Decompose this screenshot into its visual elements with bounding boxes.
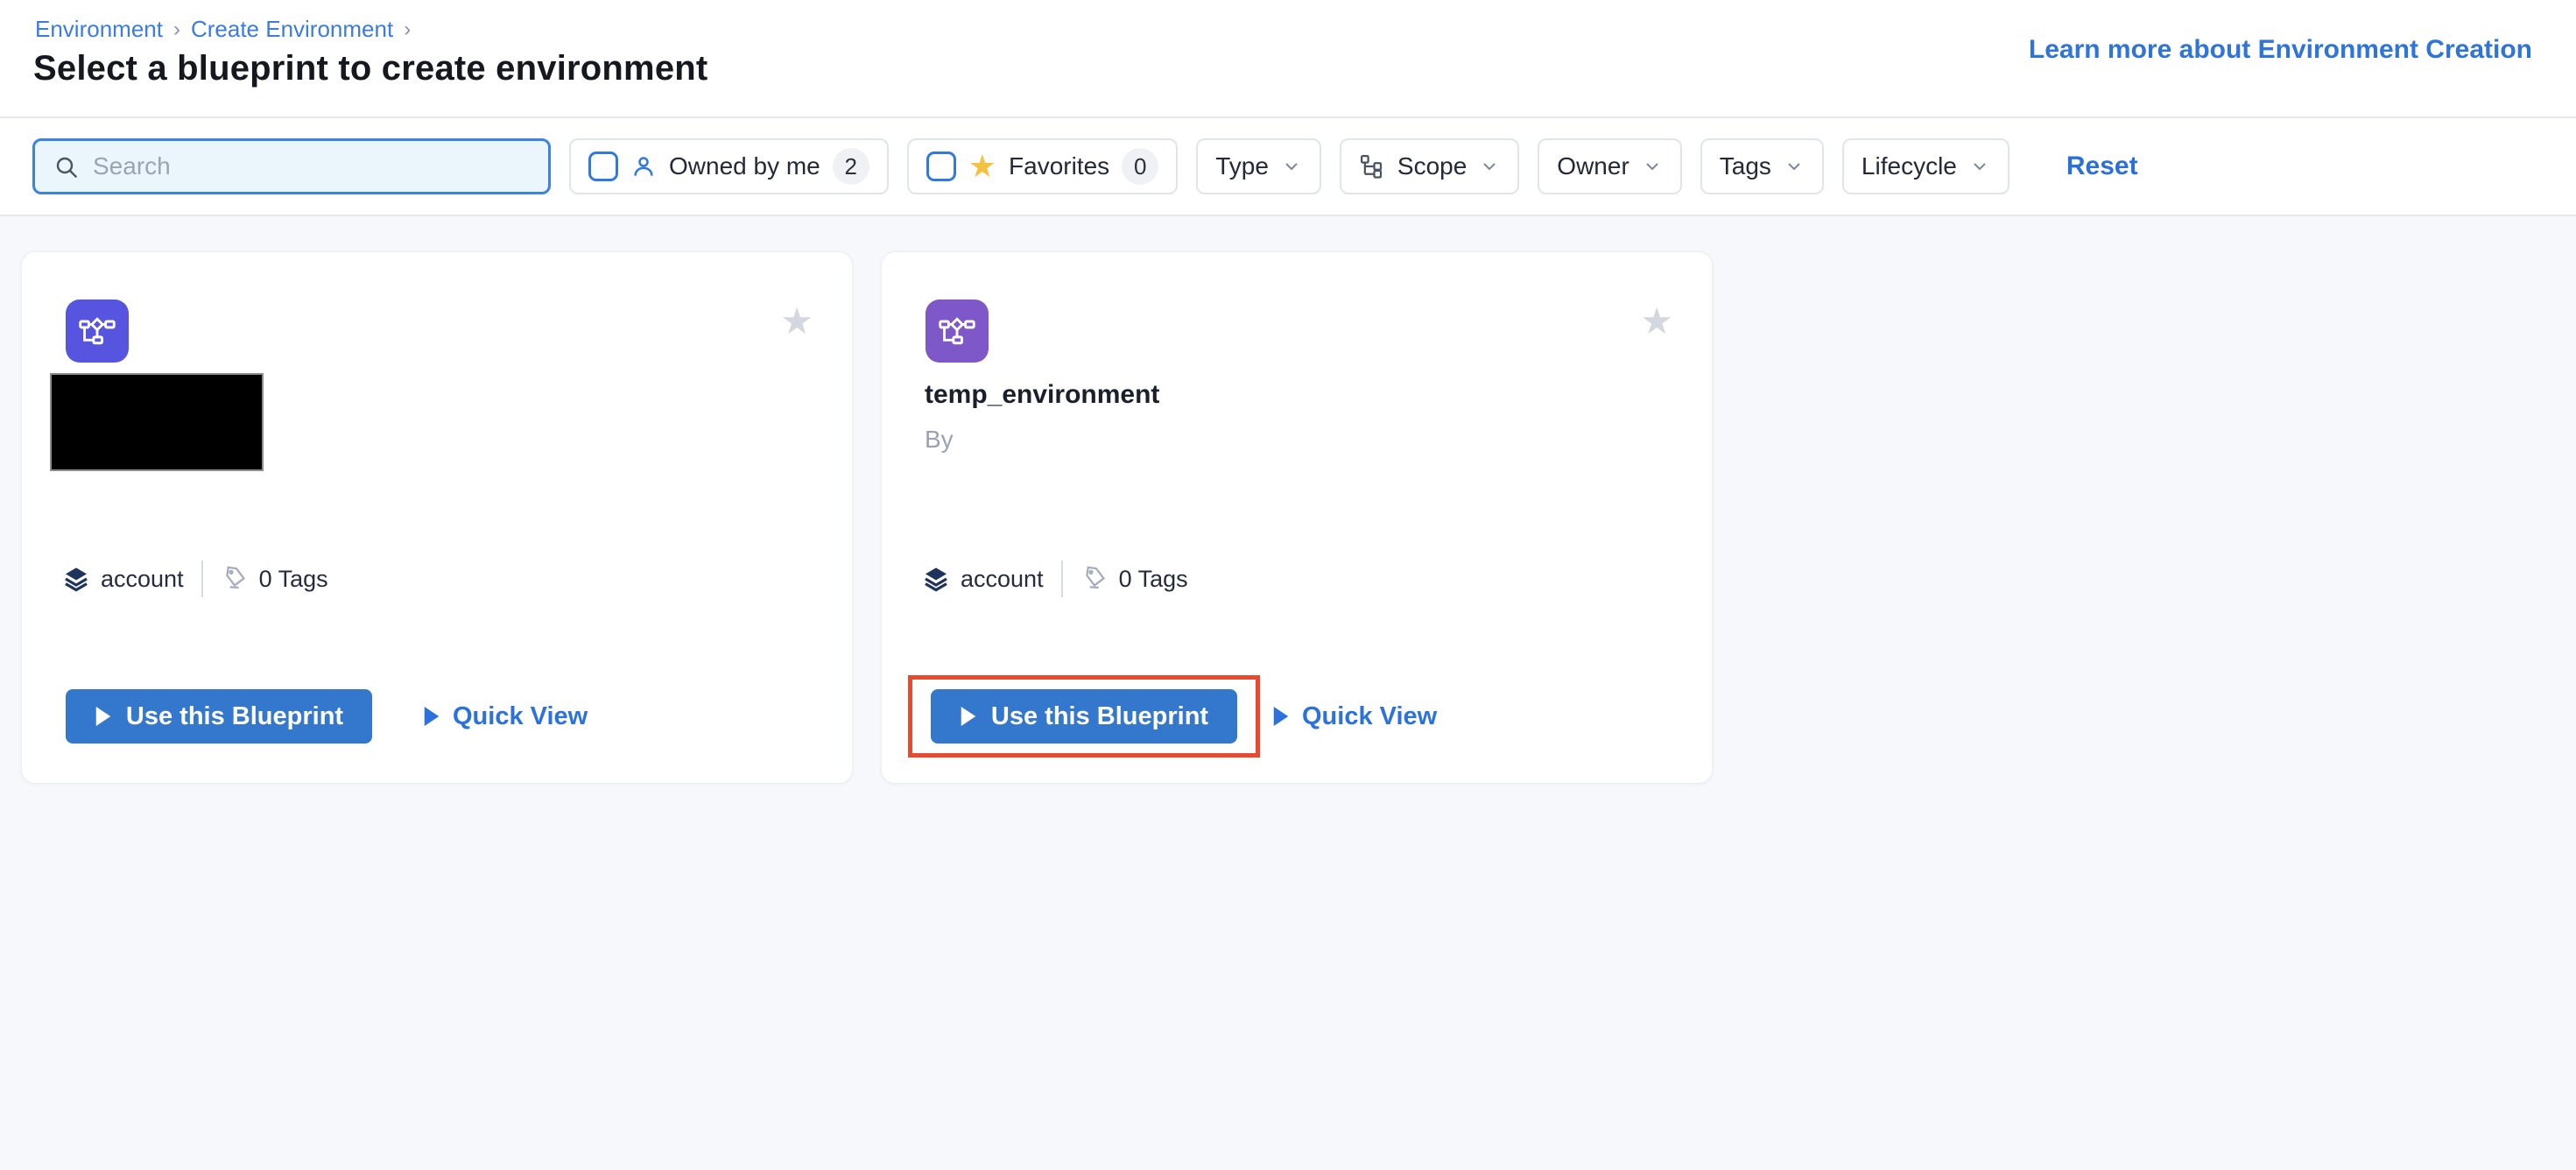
favorites-filter[interactable]: ★ Favorites 0 (907, 138, 1178, 194)
search-icon (53, 153, 81, 181)
blueprint-name: temp_environment (925, 380, 1159, 410)
play-icon (423, 707, 440, 726)
tags-dropdown[interactable]: Tags (1700, 138, 1824, 194)
owned-by-me-checkbox[interactable] (588, 152, 618, 181)
blueprint-list: ★ account 0 Tags (0, 216, 2576, 1170)
scope-dropdown[interactable]: Scope (1340, 138, 1519, 194)
meta-divider (201, 560, 203, 597)
blueprint-author: By (925, 426, 954, 454)
space-name: account (961, 566, 1044, 593)
blueprint-card: ★ temp_environment By account 0 Tags (881, 251, 1713, 784)
chevron-down-icon (1479, 156, 1500, 177)
tags-count: 0 Tags (1119, 566, 1188, 593)
filter-bar: Owned by me 2 ★ Favorites 0 Type Scope O… (0, 118, 2576, 216)
lifecycle-dropdown-label: Lifecycle (1862, 152, 1957, 180)
breadcrumb-separator: › (404, 18, 411, 42)
quick-view-link[interactable]: Quick View (423, 702, 588, 731)
quick-view-link[interactable]: Quick View (1272, 702, 1437, 731)
use-blueprint-button[interactable]: Use this Blueprint (931, 689, 1237, 744)
favorites-label: Favorites (1009, 152, 1109, 180)
blueprint-icon (926, 300, 989, 363)
chevron-down-icon (1642, 156, 1663, 177)
favorites-count: 0 (1122, 148, 1158, 185)
blueprint-card: ★ account 0 Tags (21, 251, 853, 784)
owned-by-me-label: Owned by me (669, 152, 820, 180)
favorites-checkbox[interactable] (926, 152, 956, 181)
type-dropdown-label: Type (1215, 152, 1269, 180)
meta-divider (1061, 560, 1063, 597)
quick-view-label: Quick View (453, 702, 588, 731)
page-title: Select a blueprint to create environment (33, 49, 707, 88)
quick-view-label: Quick View (1302, 702, 1437, 731)
person-icon (630, 153, 657, 180)
card-actions: Use this Blueprint Quick View (66, 689, 588, 744)
use-blueprint-label: Use this Blueprint (991, 702, 1208, 731)
tag-icon (1080, 565, 1109, 593)
favorite-star-icon[interactable]: ★ (780, 303, 813, 340)
lifecycle-dropdown[interactable]: Lifecycle (1842, 138, 2009, 194)
scope-icon (1359, 153, 1385, 180)
learn-more-link[interactable]: Learn more about Environment Creation (2029, 35, 2532, 65)
breadcrumb: Environment › Create Environment › (35, 16, 411, 43)
chevron-down-icon (1784, 156, 1805, 177)
space-icon (62, 565, 90, 593)
tag-icon (221, 565, 249, 593)
redacted-blueprint-name (52, 375, 262, 469)
search-input[interactable] (91, 152, 515, 181)
type-dropdown[interactable]: Type (1196, 138, 1321, 194)
breadcrumb-separator: › (173, 18, 180, 42)
star-icon: ★ (968, 151, 996, 182)
space-icon (922, 565, 950, 593)
use-blueprint-button[interactable]: Use this Blueprint (66, 689, 372, 744)
space-name: account (101, 566, 184, 593)
play-icon (960, 707, 977, 726)
favorite-star-icon[interactable]: ★ (1640, 303, 1673, 340)
owned-by-me-count: 2 (833, 148, 869, 185)
blueprint-icon (66, 300, 129, 363)
play-icon (95, 707, 112, 726)
tags-count: 0 Tags (259, 566, 328, 593)
blueprint-meta: account 0 Tags (62, 560, 328, 597)
annotation-highlight-box: Use this Blueprint (908, 675, 1260, 758)
use-blueprint-label: Use this Blueprint (126, 702, 343, 731)
search-box (32, 138, 551, 194)
tags-dropdown-label: Tags (1720, 152, 1771, 180)
card-actions: Use this Blueprint Quick View (908, 675, 1437, 758)
scope-dropdown-label: Scope (1397, 152, 1467, 180)
breadcrumb-environment[interactable]: Environment (35, 16, 163, 43)
owner-dropdown[interactable]: Owner (1538, 138, 1681, 194)
owned-by-me-filter[interactable]: Owned by me 2 (569, 138, 889, 194)
breadcrumb-create-environment[interactable]: Create Environment (191, 16, 393, 43)
chevron-down-icon (1281, 156, 1302, 177)
owner-dropdown-label: Owner (1557, 152, 1629, 180)
blueprint-meta: account 0 Tags (922, 560, 1188, 597)
page-header: Environment › Create Environment › Selec… (0, 0, 2576, 118)
chevron-down-icon (1969, 156, 1990, 177)
reset-filters-button[interactable]: Reset (2066, 152, 2138, 181)
play-icon (1272, 707, 1290, 726)
